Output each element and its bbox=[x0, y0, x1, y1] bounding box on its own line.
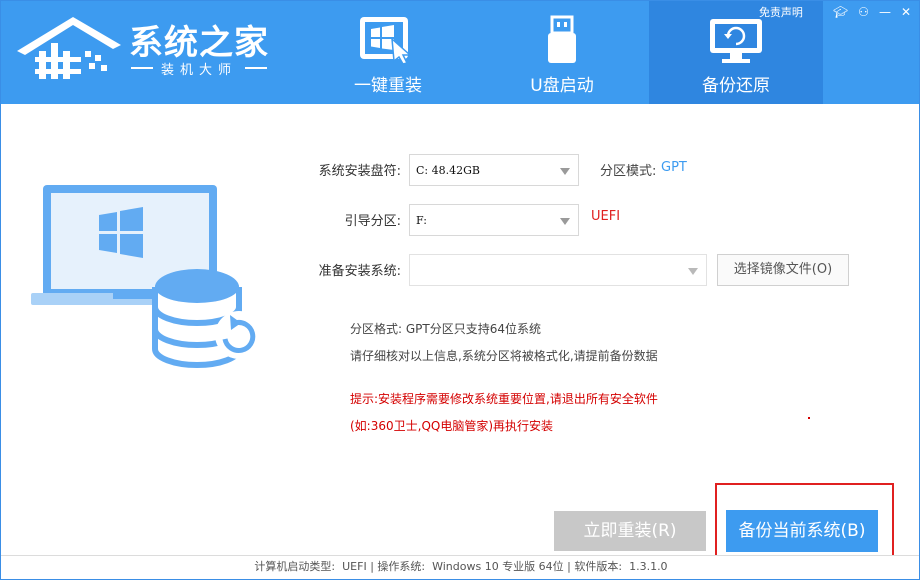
reinstall-now-button[interactable]: 立即重装(R) bbox=[554, 511, 706, 551]
usb-drive-icon bbox=[548, 15, 576, 63]
warning-line-2: (如:360卫士,QQ电脑管家)再执行安装 bbox=[350, 419, 554, 433]
chevron-down-icon bbox=[560, 168, 570, 175]
verify-note: 请仔细核对以上信息,系统分区将被格式化,请提前备份数据 bbox=[350, 349, 658, 363]
tab-one-click-reinstall[interactable]: 一键重装 bbox=[301, 1, 475, 104]
close-icon[interactable]: ✕ bbox=[901, 6, 911, 18]
app-window: 系统之家 装机大师 一键重装 U盘启动 备份还原 免责声明 🎓︎ ⚇ — ✕ 系… bbox=[0, 0, 920, 580]
windows-cursor-icon bbox=[360, 17, 412, 65]
header-bar: 系统之家 装机大师 一键重装 U盘启动 备份还原 免责声明 🎓︎ ⚇ — ✕ bbox=[1, 1, 919, 104]
red-dot-mark bbox=[808, 417, 810, 419]
install-disk-select[interactable]: C: 48.42GB bbox=[409, 154, 579, 186]
install-disk-value: C: 48.42GB bbox=[416, 164, 480, 177]
minimize-icon[interactable]: — bbox=[879, 6, 891, 18]
boot-mode-value: UEFI bbox=[591, 209, 621, 224]
status-footer: 计算机启动类型: UEFI | 操作系统: Windows 10 专业版 64位… bbox=[1, 555, 919, 579]
partition-format-note: 分区格式: GPT分区只支持64位系统 bbox=[350, 322, 541, 336]
system-image-select[interactable] bbox=[409, 254, 707, 286]
footer-status-text: 计算机启动类型: UEFI | 操作系统: Windows 10 专业版 64位… bbox=[254, 560, 668, 573]
top-links: 免责声明 🎓︎ ⚇ — ✕ bbox=[759, 4, 911, 20]
disclaimer-link[interactable]: 免责声明 bbox=[759, 4, 803, 20]
tab-usb-boot[interactable]: U盘启动 bbox=[475, 1, 649, 104]
chevron-down-icon bbox=[688, 268, 698, 275]
boot-partition-select[interactable]: F: bbox=[409, 204, 579, 236]
graduation-cap-icon[interactable]: 🎓︎ bbox=[833, 6, 848, 18]
tab-label: U盘启动 bbox=[530, 76, 594, 96]
tab-label: 一键重装 bbox=[354, 76, 422, 96]
brand-title: 系统之家 bbox=[129, 23, 269, 63]
boot-partition-value: F: bbox=[416, 214, 427, 227]
laptop-database-illustration bbox=[31, 185, 263, 368]
brand-subtitle: 装机大师 bbox=[131, 59, 267, 78]
monitor-restore-icon bbox=[710, 19, 762, 63]
chevron-down-icon bbox=[560, 218, 570, 225]
backup-current-system-button[interactable]: 备份当前系统(B) bbox=[726, 510, 878, 552]
choose-image-button[interactable]: 选择镜像文件(O) bbox=[717, 254, 849, 286]
boot-partition-label: 引导分区: bbox=[344, 214, 401, 229]
house-logo-icon bbox=[17, 17, 121, 79]
system-image-label: 准备安装系统: bbox=[318, 264, 401, 279]
user-icon[interactable]: ⚇ bbox=[858, 6, 869, 18]
warning-line-1: 提示:安装程序需要修改系统重要位置,请退出所有安全软件 bbox=[350, 392, 658, 406]
tab-label: 备份还原 bbox=[702, 76, 770, 96]
partition-mode-value: GPT bbox=[661, 160, 687, 175]
install-disk-label: 系统安装盘符: bbox=[318, 164, 401, 179]
partition-mode-label: 分区模式: bbox=[600, 164, 657, 179]
